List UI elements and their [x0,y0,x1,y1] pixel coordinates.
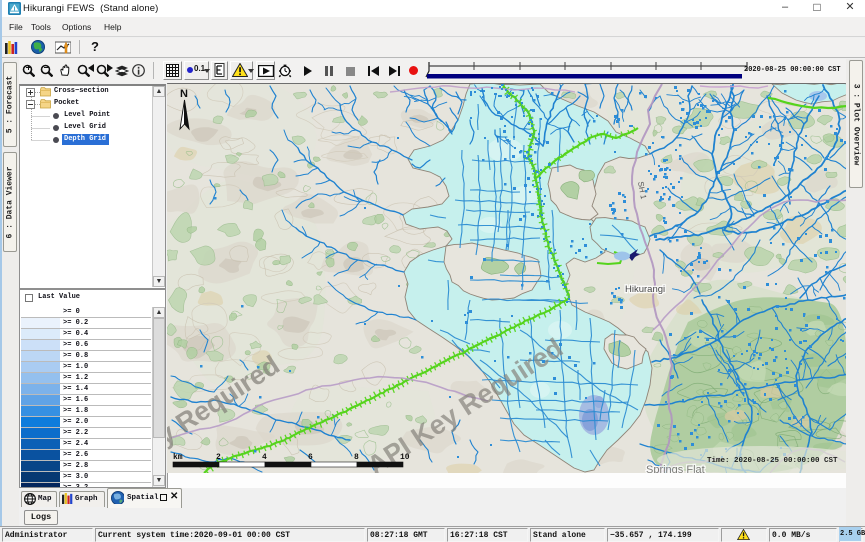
svg-text:8: 8 [354,453,359,462]
svg-text:2: 2 [216,453,221,462]
svg-text:Hikurangi: Hikurangi [625,284,665,295]
svg-text:4: 4 [262,453,267,462]
svg-text:km: km [173,453,183,462]
svg-text:Time: 2020-08-25 00:00:00 CST: Time: 2020-08-25 00:00:00 CST [707,457,838,465]
svg-text:Springs Flat: Springs Flat [646,464,705,473]
svg-text:10: 10 [400,453,410,462]
svg-text:N: N [180,88,188,100]
svg-text:6: 6 [308,453,313,462]
